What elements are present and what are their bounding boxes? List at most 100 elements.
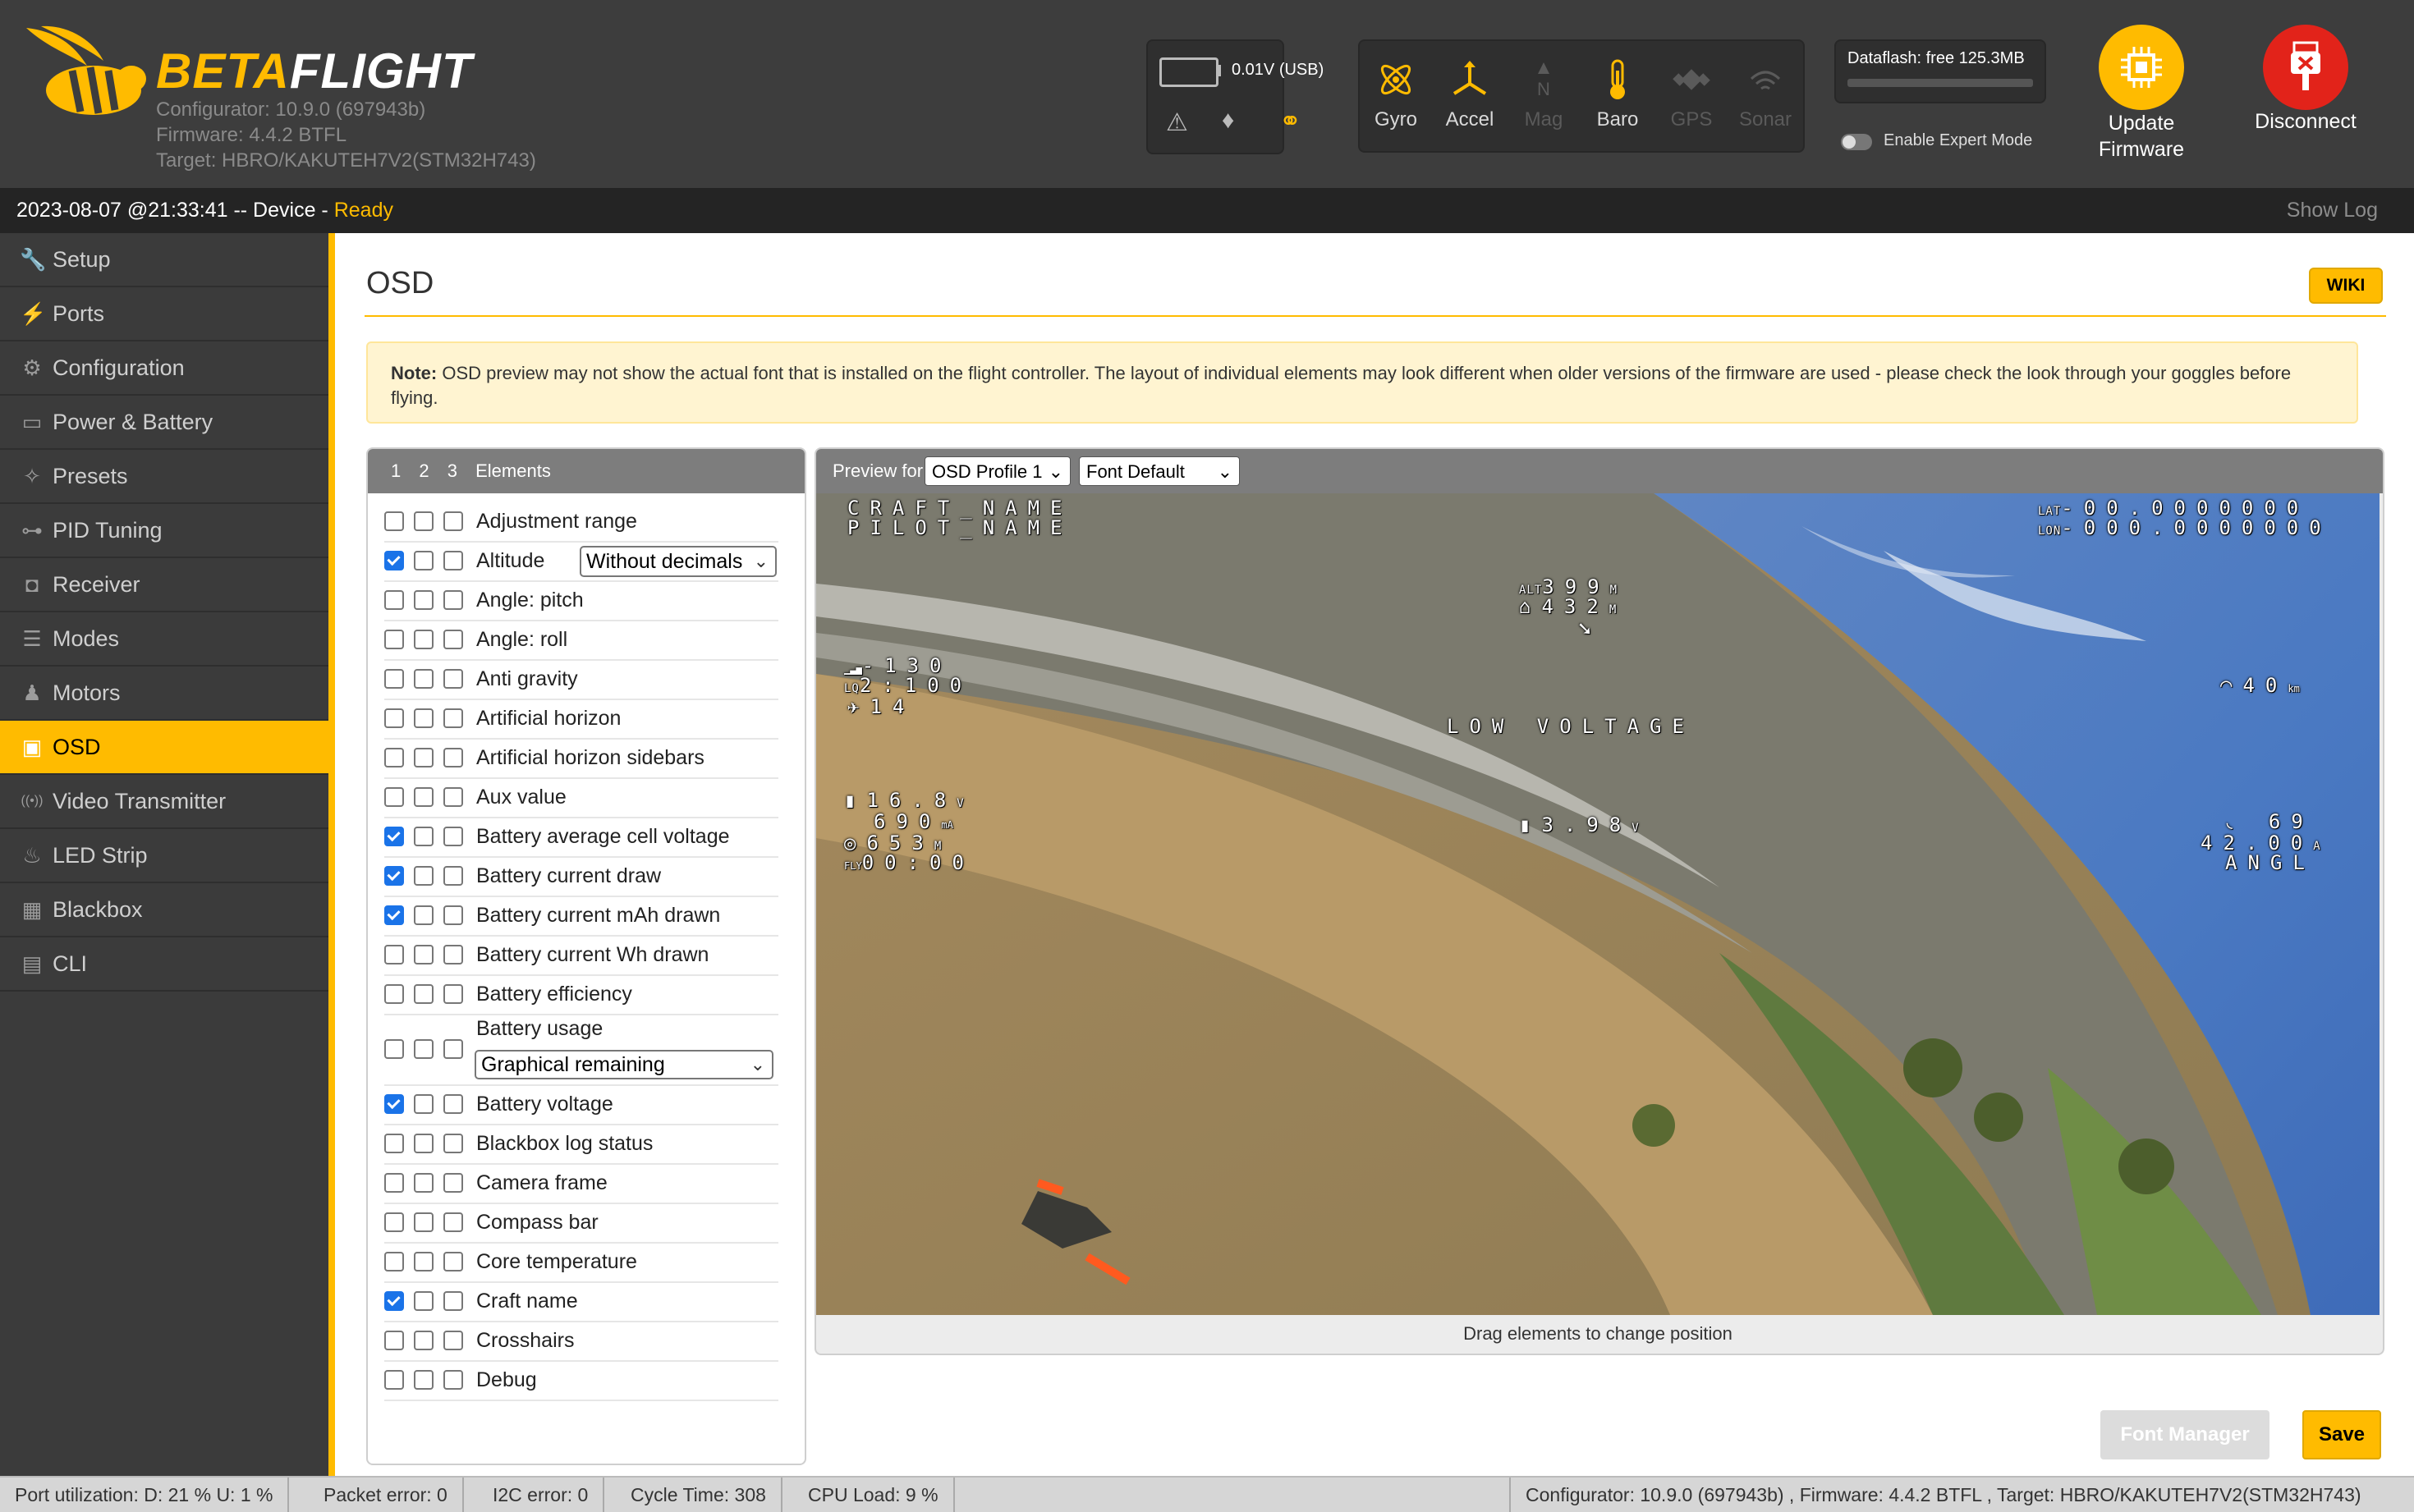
sidebar-item-power-battery[interactable]: ▭ Power & Battery (0, 396, 328, 450)
profile-1-checkbox[interactable] (384, 1370, 404, 1390)
sidebar-item-cli[interactable]: ▤ CLI (0, 937, 328, 992)
profile-1-checkbox[interactable] (384, 748, 404, 767)
profile-3-checkbox[interactable] (443, 1212, 463, 1232)
osd-gps-sats[interactable]: ✈14 (847, 695, 915, 718)
profile-2-checkbox[interactable] (414, 1173, 434, 1193)
osd-flight-mode[interactable]: ANGL (2225, 851, 2315, 874)
profile-1-checkbox[interactable] (384, 511, 404, 531)
sidebar-item-osd[interactable]: ▣ OSD (0, 721, 328, 775)
profile-1-checkbox[interactable] (384, 1134, 404, 1153)
profile-3-checkbox[interactable] (443, 1291, 463, 1311)
element-variant-select[interactable]: Graphical remaining ⌄ (475, 1050, 773, 1079)
osd-cell-voltage[interactable]: ▮3.98V (1519, 813, 1650, 836)
profile-3-checkbox[interactable] (443, 551, 463, 570)
profile-1-checkbox[interactable] (384, 1094, 404, 1114)
profile-2-checkbox[interactable] (414, 630, 434, 649)
osd-battery-voltage[interactable]: ▮16.8V (844, 789, 975, 812)
sidebar-item-led-strip[interactable]: ♨ LED Strip (0, 829, 328, 883)
osd-home-distance[interactable]: ⌂432M (1519, 595, 1627, 618)
sidebar-item-setup[interactable]: 🔧 Setup (0, 233, 328, 287)
sidebar-item-modes[interactable]: ☰ Modes (0, 612, 328, 667)
osd-throttle[interactable]: ◟ 69 (2224, 810, 2314, 833)
osd-speed[interactable]: ◠40km (2220, 674, 2300, 697)
profile-1-checkbox[interactable] (384, 708, 404, 728)
profile-3-checkbox[interactable] (443, 630, 463, 649)
expert-mode-toggle[interactable] (1841, 134, 1872, 150)
osd-mah-drawn[interactable]: 690mA (874, 810, 953, 833)
profile-tab-1[interactable]: 1 (391, 460, 401, 481)
osd-longitude[interactable]: LON-000.0000000 (2038, 516, 2332, 539)
profile-2-checkbox[interactable] (414, 1212, 434, 1232)
profile-2-checkbox[interactable] (414, 787, 434, 807)
profile-3-checkbox[interactable] (443, 827, 463, 846)
profile-3-checkbox[interactable] (443, 1094, 463, 1114)
font-manager-button[interactable]: Font Manager (2100, 1410, 2269, 1459)
profile-3-checkbox[interactable] (443, 866, 463, 886)
osd-warning[interactable]: LOW VOLTAGE (1447, 715, 1695, 738)
profile-1-checkbox[interactable] (384, 1252, 404, 1271)
profile-2-checkbox[interactable] (414, 1134, 434, 1153)
profile-2-checkbox[interactable] (414, 905, 434, 925)
profile-3-checkbox[interactable] (443, 787, 463, 807)
profile-1-checkbox[interactable] (384, 1291, 404, 1311)
element-variant-select[interactable]: Without decimals ⌄ (580, 546, 777, 577)
profile-1-checkbox[interactable] (384, 787, 404, 807)
profile-2-checkbox[interactable] (414, 748, 434, 767)
home-arrow-icon[interactable]: ➘ (1578, 616, 1602, 641)
profile-1-checkbox[interactable] (384, 590, 404, 610)
profile-2-checkbox[interactable] (414, 708, 434, 728)
profile-2-checkbox[interactable] (414, 1039, 434, 1059)
profile-3-checkbox[interactable] (443, 984, 463, 1004)
profile-3-checkbox[interactable] (443, 1370, 463, 1390)
profile-2-checkbox[interactable] (414, 827, 434, 846)
profile-1-checkbox[interactable] (384, 1212, 404, 1232)
profile-3-checkbox[interactable] (443, 1173, 463, 1193)
save-button[interactable]: Save (2302, 1410, 2381, 1459)
profile-1-checkbox[interactable] (384, 905, 404, 925)
sidebar-item-configuration[interactable]: ⚙ Configuration (0, 341, 328, 396)
profile-3-checkbox[interactable] (443, 905, 463, 925)
font-select[interactable]: Font Default ⌄ (1079, 456, 1240, 486)
profile-3-checkbox[interactable] (443, 748, 463, 767)
profile-2-checkbox[interactable] (414, 1331, 434, 1350)
profile-2-checkbox[interactable] (414, 866, 434, 886)
profile-1-checkbox[interactable] (384, 984, 404, 1004)
profile-1-checkbox[interactable] (384, 630, 404, 649)
profile-1-checkbox[interactable] (384, 1173, 404, 1193)
profile-1-checkbox[interactable] (384, 551, 404, 570)
sidebar-item-pid-tuning[interactable]: ⊶ PID Tuning (0, 504, 328, 558)
profile-1-checkbox[interactable] (384, 945, 404, 964)
sidebar-item-presets[interactable]: ✧ Presets (0, 450, 328, 504)
profile-2-checkbox[interactable] (414, 945, 434, 964)
disconnect-button[interactable] (2263, 25, 2348, 110)
show-log-link[interactable]: Show Log (2287, 188, 2378, 233)
profile-3-checkbox[interactable] (443, 945, 463, 964)
profile-3-checkbox[interactable] (443, 1331, 463, 1350)
osd-link-quality[interactable]: LQ2:100 (844, 674, 972, 697)
profile-2-checkbox[interactable] (414, 984, 434, 1004)
profile-1-checkbox[interactable] (384, 866, 404, 886)
profile-1-checkbox[interactable] (384, 827, 404, 846)
profile-1-checkbox[interactable] (384, 1331, 404, 1350)
profile-2-checkbox[interactable] (414, 1252, 434, 1271)
profile-1-checkbox[interactable] (384, 669, 404, 689)
profile-2-checkbox[interactable] (414, 1291, 434, 1311)
sidebar-item-blackbox[interactable]: ▦ Blackbox (0, 883, 328, 937)
profile-3-checkbox[interactable] (443, 669, 463, 689)
profile-3-checkbox[interactable] (443, 590, 463, 610)
sidebar-item-receiver[interactable]: ◘ Receiver (0, 558, 328, 612)
osd-pilot-name[interactable]: PILOT_NAME (847, 516, 1073, 539)
profile-2-checkbox[interactable] (414, 551, 434, 570)
profile-3-checkbox[interactable] (443, 1039, 463, 1059)
osd-profile-select[interactable]: OSD Profile 1 ⌄ (925, 456, 1071, 486)
profile-1-checkbox[interactable] (384, 1039, 404, 1059)
profile-2-checkbox[interactable] (414, 511, 434, 531)
profile-tab-2[interactable]: 2 (419, 460, 429, 481)
profile-2-checkbox[interactable] (414, 1370, 434, 1390)
profile-tab-3[interactable]: 3 (447, 460, 457, 481)
osd-preview-canvas[interactable]: CRAFT_NAME PILOT_NAME LAT-00.0000000 LON… (816, 493, 2380, 1315)
profile-2-checkbox[interactable] (414, 590, 434, 610)
osd-flight-timer[interactable]: FLY00:00 (844, 851, 975, 874)
profile-3-checkbox[interactable] (443, 1252, 463, 1271)
update-firmware-button[interactable] (2099, 25, 2184, 110)
